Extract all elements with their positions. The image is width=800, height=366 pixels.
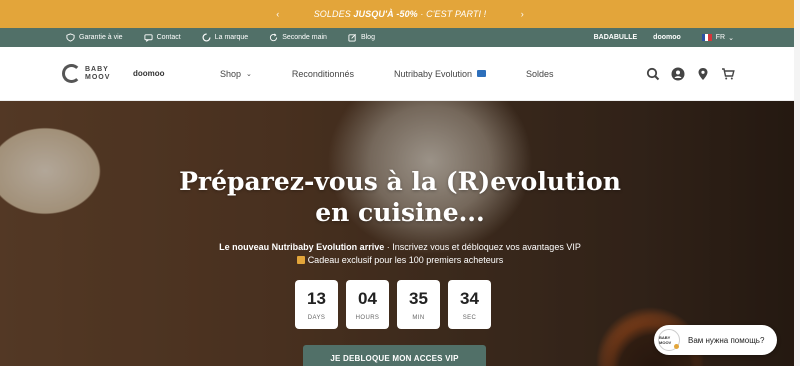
- edit-icon: [348, 34, 356, 42]
- cart-icon[interactable]: [720, 66, 736, 82]
- promo-text[interactable]: SOLDES JUSQU'À -50% · C'EST PARTI !: [314, 9, 487, 19]
- hero-title-line2: en cuisine...: [315, 198, 485, 227]
- util-contact[interactable]: Contact: [144, 33, 181, 42]
- nav-icons: [636, 66, 736, 82]
- new-badge-icon: [477, 70, 486, 77]
- countdown-label: MIN: [412, 314, 425, 321]
- util-garantie[interactable]: Garantie à vie: [66, 33, 123, 42]
- logo-mark-icon: [62, 64, 81, 83]
- france-flag-icon: [701, 34, 712, 41]
- menu-nutribaby[interactable]: Nutribaby Evolution: [394, 69, 486, 79]
- countdown-hours: 04 HOURS: [346, 280, 389, 329]
- promo-next-arrow[interactable]: ›: [512, 9, 532, 19]
- doomoo-logo[interactable]: doomoo: [133, 69, 165, 78]
- main-nav: BABY MOOV doomoo Shop ⌄ Reconditionnés Nu…: [0, 47, 800, 101]
- hero-sub-rest: · Inscrivez vous et débloquez vos avanta…: [384, 242, 581, 252]
- brand-doomoo-link[interactable]: doomoo: [653, 34, 681, 41]
- util-seconde-main-label: Seconde main: [282, 34, 327, 41]
- brand-icon: [202, 33, 211, 42]
- chat-text: Вам нужна помощь?: [688, 335, 765, 345]
- page-scrollbar[interactable]: [794, 0, 800, 366]
- countdown: 13 DAYS 04 HOURS 35 MIN 34 SEC: [295, 280, 499, 329]
- chat-avatar: BABY MOOV: [658, 329, 680, 351]
- util-seconde-main[interactable]: Seconde main: [269, 33, 327, 42]
- promo-prev-arrow[interactable]: ‹: [268, 9, 288, 19]
- countdown-minutes: 35 MIN: [397, 280, 440, 329]
- main-menu: Shop ⌄ Reconditionnés Nutribaby Evolution…: [220, 69, 594, 79]
- utility-bar: Garantie à vie Contact La marque Seconde…: [0, 28, 800, 47]
- refresh-icon: [270, 33, 278, 42]
- brand-badabulle-link[interactable]: BADABULLE: [594, 34, 638, 41]
- countdown-label: DAYS: [307, 314, 326, 321]
- language-label: FR: [715, 34, 726, 41]
- countdown-days: 13 DAYS: [295, 280, 338, 329]
- menu-nutribaby-label: Nutribaby Evolution: [393, 68, 472, 79]
- language-selector[interactable]: FR ⌄: [701, 34, 734, 42]
- account-icon[interactable]: [670, 66, 686, 82]
- promo-banner: ‹ SOLDES JUSQU'À -50% · C'EST PARTI ! ›: [0, 0, 800, 28]
- promo-soldes: SOLDES: [313, 9, 351, 19]
- menu-reconditionnes-label: Reconditionnés: [291, 68, 354, 79]
- search-icon[interactable]: [645, 66, 661, 82]
- babymoov-logo[interactable]: BABY MOOV doomoo: [62, 64, 202, 83]
- gift-icon: [296, 256, 305, 264]
- vip-access-button[interactable]: JE DEBLOQUE MON ACCES VIP: [303, 345, 486, 366]
- hero-title-line1: Préparez-vous à la (R)evolution: [179, 167, 621, 196]
- logo-word: BABY MOOV: [85, 65, 111, 81]
- hero-sub-bold: Le nouveau Nutribaby Evolution arrive: [219, 242, 385, 252]
- promo-discount: JUSQU'À -50%: [353, 9, 418, 19]
- menu-reconditionnes[interactable]: Reconditionnés: [292, 69, 354, 79]
- countdown-value: 13: [307, 288, 326, 308]
- chat-icon: [144, 34, 153, 42]
- hero-section: Préparez-vous à la (R)evolution en cuisi…: [0, 101, 800, 366]
- chat-widget[interactable]: BABY MOOV Вам нужна помощь?: [654, 325, 777, 355]
- menu-shop-label: Shop: [220, 68, 242, 79]
- hero-subtitle: Le nouveau Nutribaby Evolution arrive · …: [0, 241, 800, 267]
- hero-title: Préparez-vous à la (R)evolution en cuisi…: [0, 166, 800, 228]
- hero-gift-text: Cadeau exclusif pour les 100 premiers ac…: [307, 255, 504, 265]
- shield-icon: [66, 33, 75, 42]
- menu-soldes[interactable]: Soldes: [526, 69, 554, 79]
- countdown-value: 04: [358, 288, 377, 308]
- util-contact-label: Contact: [156, 34, 181, 41]
- menu-soldes-label: Soldes: [526, 68, 554, 79]
- util-marque-label: La marque: [214, 34, 249, 41]
- countdown-label: HOURS: [355, 314, 380, 321]
- countdown-value: 35: [409, 288, 428, 308]
- util-blog-label: Blog: [360, 34, 375, 41]
- menu-shop[interactable]: Shop ⌄: [220, 69, 252, 79]
- location-pin-icon[interactable]: [695, 66, 711, 82]
- online-status-dot: [674, 344, 679, 349]
- chevron-down-icon: ⌄: [246, 70, 252, 78]
- promo-rest: · C'EST PARTI !: [420, 9, 487, 19]
- chevron-down-icon: ⌄: [728, 34, 734, 42]
- countdown-label: SEC: [462, 314, 477, 321]
- util-marque[interactable]: La marque: [202, 33, 248, 42]
- util-garantie-label: Garantie à vie: [79, 34, 123, 41]
- util-blog[interactable]: Blog: [348, 33, 375, 42]
- countdown-seconds: 34 SEC: [448, 280, 491, 329]
- countdown-value: 34: [460, 288, 479, 308]
